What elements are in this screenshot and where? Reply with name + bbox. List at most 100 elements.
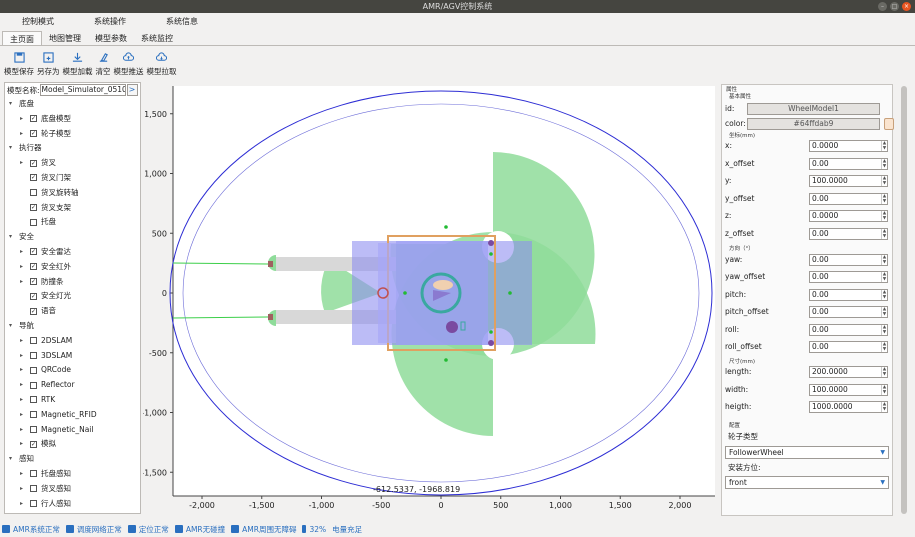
checkbox-checked[interactable]: ✓	[30, 174, 37, 182]
checkbox-unchecked[interactable]	[30, 352, 37, 360]
tree-item[interactable]: ▸ 2DSLAM	[5, 334, 140, 349]
expand-arrow-icon[interactable]: ▸	[20, 497, 23, 512]
tree-item[interactable]: ▾ 导航	[5, 319, 140, 334]
spin-arrows-icon[interactable]: ▲ ▼	[881, 229, 887, 239]
wheel-type-select[interactable]: FollowerWheel ▼	[725, 446, 889, 459]
coord-spinbox[interactable]: 0.00 ▲ ▼	[809, 157, 888, 170]
plot-svg[interactable]: 2,000 1,500 1,000 500 0 -500 -1,000 -1,500 -2,00…	[141, 50, 718, 537]
checkbox-unchecked[interactable]	[30, 366, 37, 374]
expand-arrow-icon[interactable]: ▸	[20, 437, 23, 452]
checkbox-unchecked[interactable]	[30, 500, 37, 508]
expand-arrow-icon[interactable]: ▸	[20, 127, 23, 142]
tree-item[interactable]: ▸ 货叉感知	[5, 482, 140, 497]
spin-arrows-icon[interactable]: ▲ ▼	[881, 272, 887, 283]
checkbox-checked[interactable]: ✓	[30, 263, 37, 271]
expand-arrow-icon[interactable]: ▸	[20, 275, 23, 290]
direction-spinbox[interactable]: 0.00 ▲ ▼	[809, 288, 888, 301]
checkbox-checked[interactable]: ✓	[30, 115, 37, 123]
direction-spinbox[interactable]: 0.00 ▲ ▼	[809, 271, 888, 284]
direction-spinbox[interactable]: 0.00 ▲ ▼	[809, 341, 888, 353]
expand-arrow-icon[interactable]: ▸	[20, 112, 23, 127]
spin-arrows-icon[interactable]: ▲ ▼	[881, 342, 887, 352]
tab-model-params[interactable]: 模型参数	[88, 31, 134, 45]
expand-arrow-icon[interactable]: ▾	[9, 230, 12, 245]
tree-item[interactable]: ▸ 3DSLAM	[5, 349, 140, 364]
checkbox-checked[interactable]: ✓	[30, 130, 37, 138]
tree-item[interactable]: ▸ Reflector	[5, 378, 140, 393]
spin-arrows-icon[interactable]: ▲ ▼	[881, 289, 887, 300]
tree-item[interactable]: ▸ 托盘感知	[5, 467, 140, 482]
expand-arrow-icon[interactable]: ▾	[9, 319, 12, 334]
expand-arrow-icon[interactable]: ▸	[20, 363, 23, 378]
load-model-button[interactable]: 模型加载	[63, 52, 93, 77]
checkbox-unchecked[interactable]	[30, 218, 37, 226]
spin-arrows-icon[interactable]: ▲ ▼	[881, 211, 887, 222]
spin-arrows-icon[interactable]: ▲ ▼	[881, 193, 887, 204]
spin-arrows-icon[interactable]: ▲ ▼	[881, 324, 887, 335]
tree-item[interactable]: 托盘	[5, 215, 140, 230]
spin-arrows-icon[interactable]: ▲ ▼	[881, 307, 887, 318]
tree-item[interactable]: ▾ 执行器	[5, 141, 140, 156]
spin-arrows-icon[interactable]: ▲ ▼	[881, 141, 887, 151]
tree-item[interactable]: ✓ 货叉支架	[5, 201, 140, 216]
expand-arrow-icon[interactable]: ▸	[20, 245, 23, 260]
tab-monitor[interactable]: 系统监控	[134, 31, 180, 45]
coord-spinbox[interactable]: 0.00 ▲ ▼	[809, 192, 888, 205]
tree-item[interactable]: ▸ ✓ 安全雷达	[5, 245, 140, 260]
tree-item[interactable]: ▸ ✓ 模拟	[5, 437, 140, 452]
maximize-icon[interactable]: □	[890, 2, 899, 11]
expand-arrow-icon[interactable]: ▸	[20, 156, 23, 171]
expand-arrow-icon[interactable]: ▸	[20, 349, 23, 364]
checkbox-unchecked[interactable]	[30, 189, 37, 197]
tree-item[interactable]: ▾ 底盘	[5, 97, 140, 112]
checkbox-unchecked[interactable]	[30, 411, 37, 419]
color-swatch[interactable]	[884, 118, 894, 130]
expand-arrow-icon[interactable]: ▸	[20, 408, 23, 423]
tree-item[interactable]: ▸ Magnetic_RFID	[5, 408, 140, 423]
mount-position-select[interactable]: front ▼	[725, 476, 889, 489]
tree-item[interactable]: ▸ RTK	[5, 393, 140, 408]
coord-spinbox[interactable]: 0.0000 ▲ ▼	[809, 210, 888, 223]
menu-control-mode[interactable]: 控制模式	[22, 13, 54, 30]
tree-item[interactable]: ▸ Magnetic_Nail	[5, 423, 140, 438]
spin-arrows-icon[interactable]: ▲ ▼	[881, 367, 887, 377]
spin-arrows-icon[interactable]: ▲ ▼	[881, 176, 887, 187]
tree-item[interactable]: ✓ 语音	[5, 304, 140, 319]
checkbox-checked[interactable]: ✓	[30, 307, 37, 315]
minimize-icon[interactable]: –	[878, 2, 887, 11]
direction-spinbox[interactable]: 0.00 ▲ ▼	[809, 323, 888, 336]
expand-arrow-icon[interactable]: ▸	[20, 482, 23, 497]
size-spinbox[interactable]: 1000.0000 ▲ ▼	[809, 401, 888, 414]
spin-arrows-icon[interactable]: ▲ ▼	[881, 402, 887, 413]
direction-spinbox[interactable]: 0.00 ▲ ▼	[809, 254, 888, 266]
tab-main[interactable]: 主页面	[2, 31, 42, 45]
tree-item[interactable]: ▸ QRCode	[5, 363, 140, 378]
checkbox-checked[interactable]: ✓	[30, 278, 37, 286]
expand-arrow-icon[interactable]: ▾	[9, 141, 12, 156]
expand-arrow-icon[interactable]: ▸	[20, 334, 23, 349]
checkbox-checked[interactable]: ✓	[30, 204, 37, 212]
expand-arrow-icon[interactable]: ▸	[20, 467, 23, 482]
checkbox-checked[interactable]: ✓	[30, 159, 37, 167]
properties-scrollbar[interactable]	[896, 84, 913, 516]
expand-arrow-icon[interactable]: ▾	[9, 452, 12, 467]
expand-arrow-icon[interactable]: ▸	[20, 423, 23, 438]
spin-arrows-icon[interactable]: ▲ ▼	[881, 158, 887, 169]
expand-arrow-icon[interactable]: ▸	[20, 393, 23, 408]
pull-model-button[interactable]: 模型拉取	[147, 52, 177, 77]
coord-spinbox[interactable]: 100.0000 ▲ ▼	[809, 175, 888, 188]
model-canvas[interactable]: 2,000 1,500 1,000 500 0 -500 -1,000 -1,500 -2,00…	[141, 50, 718, 537]
size-spinbox[interactable]: 100.0000 ▲ ▼	[809, 383, 888, 396]
checkbox-unchecked[interactable]	[30, 396, 37, 404]
expand-arrow-icon[interactable]: ▸	[20, 378, 23, 393]
clear-button[interactable]: 清空	[96, 52, 111, 77]
tree-item[interactable]: ▸ ✓ 轮子模型	[5, 127, 140, 142]
model-name-input[interactable]: Model_Simulator_0510	[39, 84, 126, 96]
checkbox-checked[interactable]: ✓	[30, 440, 37, 448]
checkbox-unchecked[interactable]	[30, 470, 37, 478]
tab-map[interactable]: 地图管理	[42, 31, 88, 45]
checkbox-checked[interactable]: ✓	[30, 292, 37, 300]
tree-item[interactable]: ✓ 安全灯光	[5, 289, 140, 304]
coord-spinbox[interactable]: 0.0000 ▲ ▼	[809, 140, 888, 152]
tree-item[interactable]: ▸ ✓ 安全红外	[5, 260, 140, 275]
